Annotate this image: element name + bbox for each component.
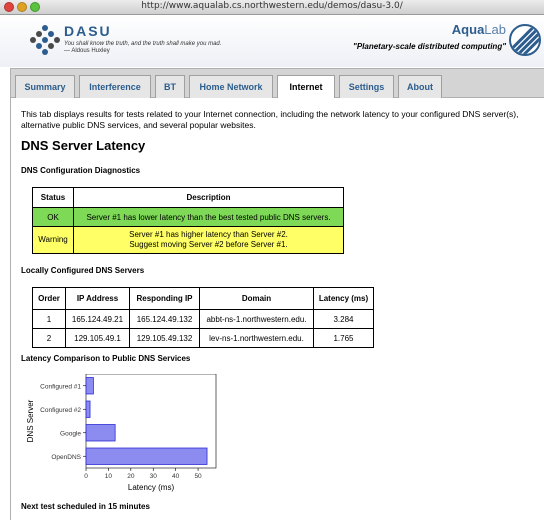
bar-configured-2 <box>85 400 91 418</box>
table-row: 2 129.105.49.1 129.105.49.132 lev-ns-1.n… <box>32 328 374 348</box>
order-cell: 1 <box>32 309 66 329</box>
tab-home-network[interactable]: Home Network <box>189 75 273 99</box>
latency-cell: 1.765 <box>313 328 374 348</box>
tab-internet[interactable]: Internet <box>277 75 335 100</box>
tab-about[interactable]: About <box>398 75 442 99</box>
order-cell: 2 <box>32 328 66 348</box>
y-axis-label: DNS Server <box>26 399 35 442</box>
table-header-row: Order IP Address Responding IP Domain La… <box>32 287 374 310</box>
column-header-domain: Domain <box>199 287 314 310</box>
page-header: DASU You shall know the truth, and the t… <box>0 15 544 67</box>
latency-comparison-chart: DNS Server Latency (ms) Configured #1 Con… <box>26 374 217 492</box>
column-header-ip-address: IP Address <box>65 287 130 310</box>
column-header-status: Status <box>32 187 74 208</box>
description-line: Suggest moving Server #2 before Server #… <box>129 240 288 249</box>
status-cell: Warning <box>32 226 74 254</box>
ip-address-cell: 129.105.49.1 <box>65 328 130 348</box>
tab-summary[interactable]: Summary <box>15 75 75 99</box>
page-title: DNS Server Latency <box>21 138 146 153</box>
x-tick-label: 40 <box>172 473 180 480</box>
description-cell: Server #1 has higher latency than Server… <box>73 226 344 254</box>
x-axis-label: Latency (ms) <box>128 483 175 492</box>
y-tick-label: Configured #1 <box>40 383 81 390</box>
window-titlebar: http://www.aqualab.cs.northwestern.edu/d… <box>0 0 544 15</box>
domain-cell: lev-ns-1.northwestern.edu. <box>199 328 314 348</box>
table-row: Warning Server #1 has higher latency tha… <box>32 226 344 254</box>
column-header-description: Description <box>73 187 344 208</box>
domain-cell: abbt-ns-1.northwestern.edu. <box>199 309 314 329</box>
column-header-latency: Latency (ms) <box>313 287 374 310</box>
status-cell: OK <box>32 207 74 227</box>
table-row: 1 165.124.49.21 165.124.49.132 abbt-ns-1… <box>32 309 374 329</box>
dns-servers-table: Order IP Address Responding IP Domain La… <box>32 287 374 348</box>
window-url: http://www.aqualab.cs.northwestern.edu/d… <box>141 1 403 11</box>
comparison-heading: Latency Comparison to Public DNS Service… <box>21 354 191 363</box>
next-test-notice: Next test scheduled in 15 minutes <box>21 502 150 511</box>
brand-bold: Aqua <box>451 22 485 37</box>
responding-ip-cell: 129.105.49.132 <box>129 328 200 348</box>
diagnostics-heading: DNS Configuration Diagnostics <box>21 166 141 175</box>
x-tick-label: 30 <box>150 473 158 480</box>
aqualab-brand: AquaLab <box>452 22 506 37</box>
y-tick-label: OpenDNS <box>51 454 81 461</box>
bar-configured-1 <box>85 377 94 395</box>
dasu-logo-icon <box>30 25 60 55</box>
brand-light: Lab <box>484 22 506 37</box>
y-tick-label: Configured #2 <box>40 407 81 414</box>
bar-google <box>85 424 116 442</box>
aqualab-globe-icon <box>509 24 541 56</box>
responding-ip-cell: 165.124.49.132 <box>129 309 200 329</box>
x-tick-label: 20 <box>127 473 135 480</box>
x-tick-label: 50 <box>194 473 202 480</box>
description-line: Server #1 has higher latency than Server… <box>129 230 288 239</box>
intro-text: This tab displays results for tests rela… <box>21 109 519 130</box>
tab-settings[interactable]: Settings <box>339 75 394 99</box>
local-dns-heading: Locally Configured DNS Servers <box>21 266 145 275</box>
tab-bt[interactable]: BT <box>155 75 185 99</box>
tab-interference[interactable]: Interference <box>79 75 151 99</box>
x-tick-label: 10 <box>105 473 113 480</box>
x-tick-label: 0 <box>84 473 88 480</box>
y-tick-label: Google <box>60 430 81 437</box>
column-header-responding-ip: Responding IP <box>129 287 200 310</box>
tab-bar: Summary Interference BT Home Network Int… <box>10 68 544 100</box>
logo-quote: You shall know the truth, and the truth … <box>64 41 222 47</box>
ip-address-cell: 165.124.49.21 <box>65 309 130 329</box>
latency-cell: 3.284 <box>313 309 374 329</box>
tagline: "Planetary-scale distributed computing" <box>353 42 506 51</box>
description-cell: Server #1 has lower latency than the bes… <box>73 207 344 227</box>
diagnostics-table: Status Description OK Server #1 has lowe… <box>32 187 344 254</box>
column-header-order: Order <box>32 287 66 310</box>
bar-opendns <box>85 447 208 465</box>
table-row: OK Server #1 has lower latency than the … <box>32 207 344 227</box>
table-header-row: Status Description <box>32 187 344 208</box>
logo-name: DASU <box>64 23 112 39</box>
logo-author: — Aldous Huxley <box>64 48 110 54</box>
